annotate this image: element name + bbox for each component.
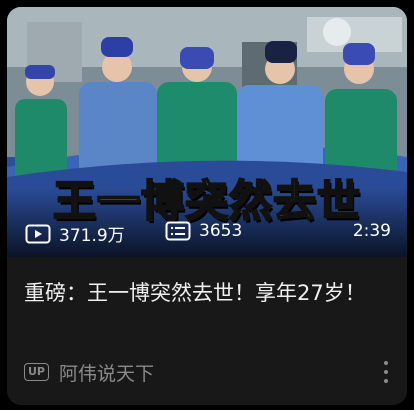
more-dot [384, 379, 388, 383]
danmaku-count-icon [165, 221, 191, 241]
author-row: UP 阿伟说天下 [24, 359, 393, 385]
more-options-icon[interactable] [379, 361, 393, 383]
up-badge: UP [24, 363, 49, 381]
thumbnail-caption: 王一博突然去世 [52, 176, 361, 228]
video-thumbnail[interactable]: 王一博突然去世 371.9万 3653 2:39 [7, 7, 407, 257]
danmaku-count: 3653 [165, 221, 242, 241]
play-count: 371.9万 [25, 221, 125, 246]
play-count-value: 371.9万 [59, 226, 125, 246]
video-duration: 2:39 [352, 221, 391, 241]
author-name[interactable]: 阿伟说天下 [59, 359, 154, 386]
more-dot [384, 361, 388, 365]
video-card[interactable]: 王一博突然去世 371.9万 3653 2:39 重磅：王一博突然去世！享年27… [7, 7, 407, 405]
video-stats: 371.9万 3653 2:39 [7, 221, 407, 247]
play-count-icon [25, 224, 51, 243]
more-dot [384, 370, 388, 374]
danmaku-count-value: 3653 [199, 221, 243, 241]
video-title[interactable]: 重磅：王一博突然去世！享年27岁！ [24, 277, 394, 309]
